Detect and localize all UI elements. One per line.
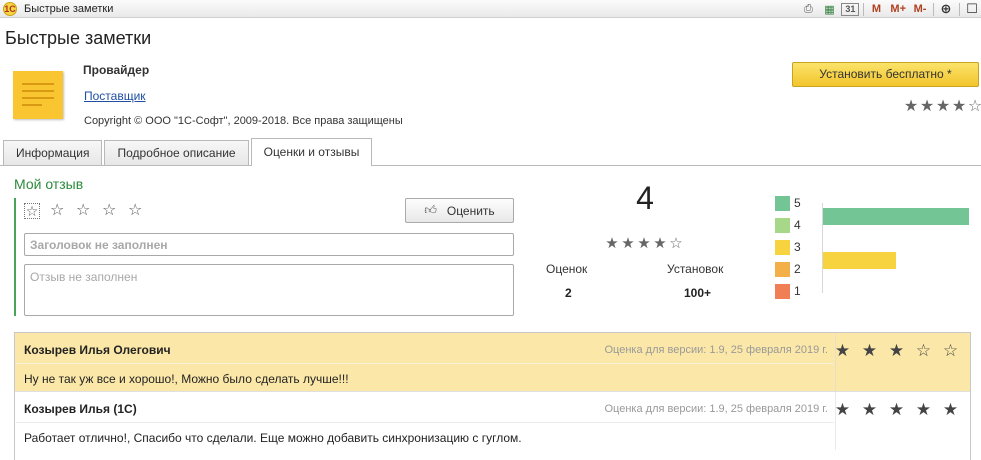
star-filled-icon: ★ bbox=[653, 235, 667, 252]
app-logo-icon: 1С bbox=[3, 2, 17, 16]
review-stars: ★ ★ ★ ☆ ☆ bbox=[829, 341, 964, 361]
my-review-accent-bar bbox=[14, 198, 16, 316]
rate-star-2[interactable]: ☆ bbox=[50, 201, 76, 221]
rate-star-3[interactable]: ☆ bbox=[76, 201, 102, 221]
distribution-bar bbox=[823, 252, 896, 269]
calculator-icon[interactable]: ▦ bbox=[820, 1, 838, 17]
page-title: Быстрые заметки bbox=[5, 28, 152, 48]
star-filled-icon: ★ bbox=[605, 235, 619, 252]
distribution-legend-item: 5 bbox=[775, 195, 805, 211]
review-text: Работает отлично!, Спасибо что сделали. … bbox=[24, 431, 522, 445]
tab-ratings-reviews[interactable]: Оценки и отзывы bbox=[250, 138, 373, 166]
memory-plus-button[interactable]: M+ bbox=[888, 1, 908, 17]
review-divider bbox=[16, 422, 834, 423]
distribution-label: 3 bbox=[794, 240, 801, 254]
provider-title: Провайдер bbox=[83, 63, 150, 77]
my-review-title: Мой отзыв bbox=[14, 176, 84, 192]
rate-button[interactable]: 👍︎ Оценить bbox=[405, 198, 514, 223]
average-rating: 4 bbox=[636, 180, 654, 216]
tab-information[interactable]: Информация bbox=[3, 140, 103, 166]
distribution-legend-item: 4 bbox=[775, 217, 805, 233]
review-divider bbox=[16, 363, 834, 364]
review-item[interactable]: Козырев Илья (1С) Оценка для версии: 1.9… bbox=[15, 391, 970, 450]
copyright-text: Copyright © ООО "1С-Софт", 2009-2018. Вс… bbox=[84, 115, 403, 127]
toolbar-separator bbox=[959, 2, 960, 16]
my-rating-stars: ☆ ☆ ☆ ☆ ☆ bbox=[24, 201, 154, 221]
window-icon[interactable]: ☐ bbox=[963, 1, 981, 17]
review-item[interactable]: Козырев Илья Олегович Оценка для версии:… bbox=[15, 333, 970, 391]
distribution-label: 1 bbox=[794, 284, 801, 298]
star-empty-icon: ☆ bbox=[942, 341, 959, 360]
window-title: Быстрые заметки bbox=[24, 3, 114, 15]
star-filled-icon: ★ bbox=[951, 98, 967, 115]
distribution-label: 4 bbox=[794, 218, 801, 232]
distribution-swatch bbox=[775, 239, 790, 255]
star-empty-icon: ☆ bbox=[915, 341, 932, 360]
distribution-swatch bbox=[775, 217, 790, 233]
distribution-bar bbox=[823, 208, 969, 225]
average-rating-stars: ★ ★ ★ ★ ☆ bbox=[604, 234, 684, 252]
tab-detailed-description[interactable]: Подробное описание bbox=[104, 140, 249, 166]
review-text: Ну не так уж все и хорошо!, Можно было с… bbox=[24, 372, 349, 386]
star-filled-icon: ★ bbox=[915, 400, 932, 419]
rate-button-label: Оценить bbox=[446, 203, 495, 218]
review-stars: ★ ★ ★ ★ ★ bbox=[829, 400, 964, 420]
window-toolbar: ⎙ ▦ 31 M M+ M- ⊕ ☐ bbox=[796, 1, 981, 17]
star-filled-icon: ★ bbox=[942, 400, 959, 419]
review-text-input[interactable] bbox=[24, 264, 514, 316]
installs-count-value: 100+ bbox=[684, 286, 712, 300]
print-icon[interactable]: ⎙ bbox=[799, 1, 817, 17]
tab-divider bbox=[0, 165, 981, 166]
star-filled-icon: ★ bbox=[888, 341, 905, 360]
review-title-input[interactable] bbox=[24, 233, 514, 256]
distribution-legend-item: 1 bbox=[775, 283, 805, 299]
calendar-icon[interactable]: 31 bbox=[841, 2, 860, 16]
star-filled-icon: ★ bbox=[834, 341, 851, 360]
star-filled-icon: ★ bbox=[861, 341, 878, 360]
distribution-swatch bbox=[775, 195, 790, 211]
star-filled-icon: ★ bbox=[621, 235, 635, 252]
toolbar-separator bbox=[933, 2, 934, 16]
distribution-swatch bbox=[775, 283, 790, 299]
distribution-label: 2 bbox=[794, 262, 801, 276]
ratings-count-label: Оценок bbox=[546, 262, 588, 276]
review-version: Оценка для версии: 1.9, 25 февраля 2019 … bbox=[604, 403, 829, 415]
title-bar: 1С Быстрые заметки ⎙ ▦ 31 M M+ M- ⊕ ☐ bbox=[0, 0, 981, 18]
distribution-legend-item: 2 bbox=[775, 261, 805, 277]
rate-star-5[interactable]: ☆ bbox=[128, 201, 154, 221]
star-filled-icon: ★ bbox=[919, 98, 935, 115]
distribution-swatch bbox=[775, 261, 790, 277]
star-filled-icon: ★ bbox=[834, 400, 851, 419]
ratings-count-value: 2 bbox=[565, 286, 572, 300]
notes-app-icon bbox=[13, 71, 63, 119]
installs-count-label: Установок bbox=[667, 262, 724, 276]
star-filled-icon: ★ bbox=[935, 98, 951, 115]
review-author: Козырев Илья Олегович bbox=[24, 343, 171, 357]
star-filled-icon: ★ bbox=[861, 400, 878, 419]
star-filled-icon: ★ bbox=[888, 400, 905, 419]
distribution-label: 5 bbox=[794, 196, 801, 210]
reviews-list: Козырев Илья Олегович Оценка для версии:… bbox=[14, 332, 971, 460]
review-author: Козырев Илья (1С) bbox=[24, 402, 137, 416]
rate-star-1[interactable]: ☆ bbox=[24, 203, 40, 219]
install-free-button[interactable]: Установить бесплатно * bbox=[792, 62, 979, 87]
header-rating-stars: ★ ★ ★ ★ ☆ bbox=[903, 96, 981, 116]
vendor-link[interactable]: Поставщик bbox=[84, 89, 146, 103]
zoom-icon[interactable]: ⊕ bbox=[937, 1, 955, 17]
memory-m-button[interactable]: M bbox=[867, 1, 885, 17]
star-filled-icon: ★ bbox=[903, 98, 919, 115]
toolbar-separator bbox=[863, 2, 865, 16]
distribution-legend-item: 3 bbox=[775, 239, 805, 255]
memory-minus-button[interactable]: M- bbox=[911, 1, 929, 17]
review-version: Оценка для версии: 1.9, 25 февраля 2019 … bbox=[604, 344, 829, 356]
tab-bar: Информация Подробное описание Оценки и о… bbox=[3, 138, 374, 166]
star-empty-icon: ☆ bbox=[669, 235, 683, 252]
rate-star-4[interactable]: ☆ bbox=[102, 201, 128, 221]
star-filled-icon: ★ bbox=[637, 235, 651, 252]
thumbs-up-icon: 👍︎ bbox=[424, 203, 437, 217]
star-empty-icon: ☆ bbox=[967, 98, 981, 115]
